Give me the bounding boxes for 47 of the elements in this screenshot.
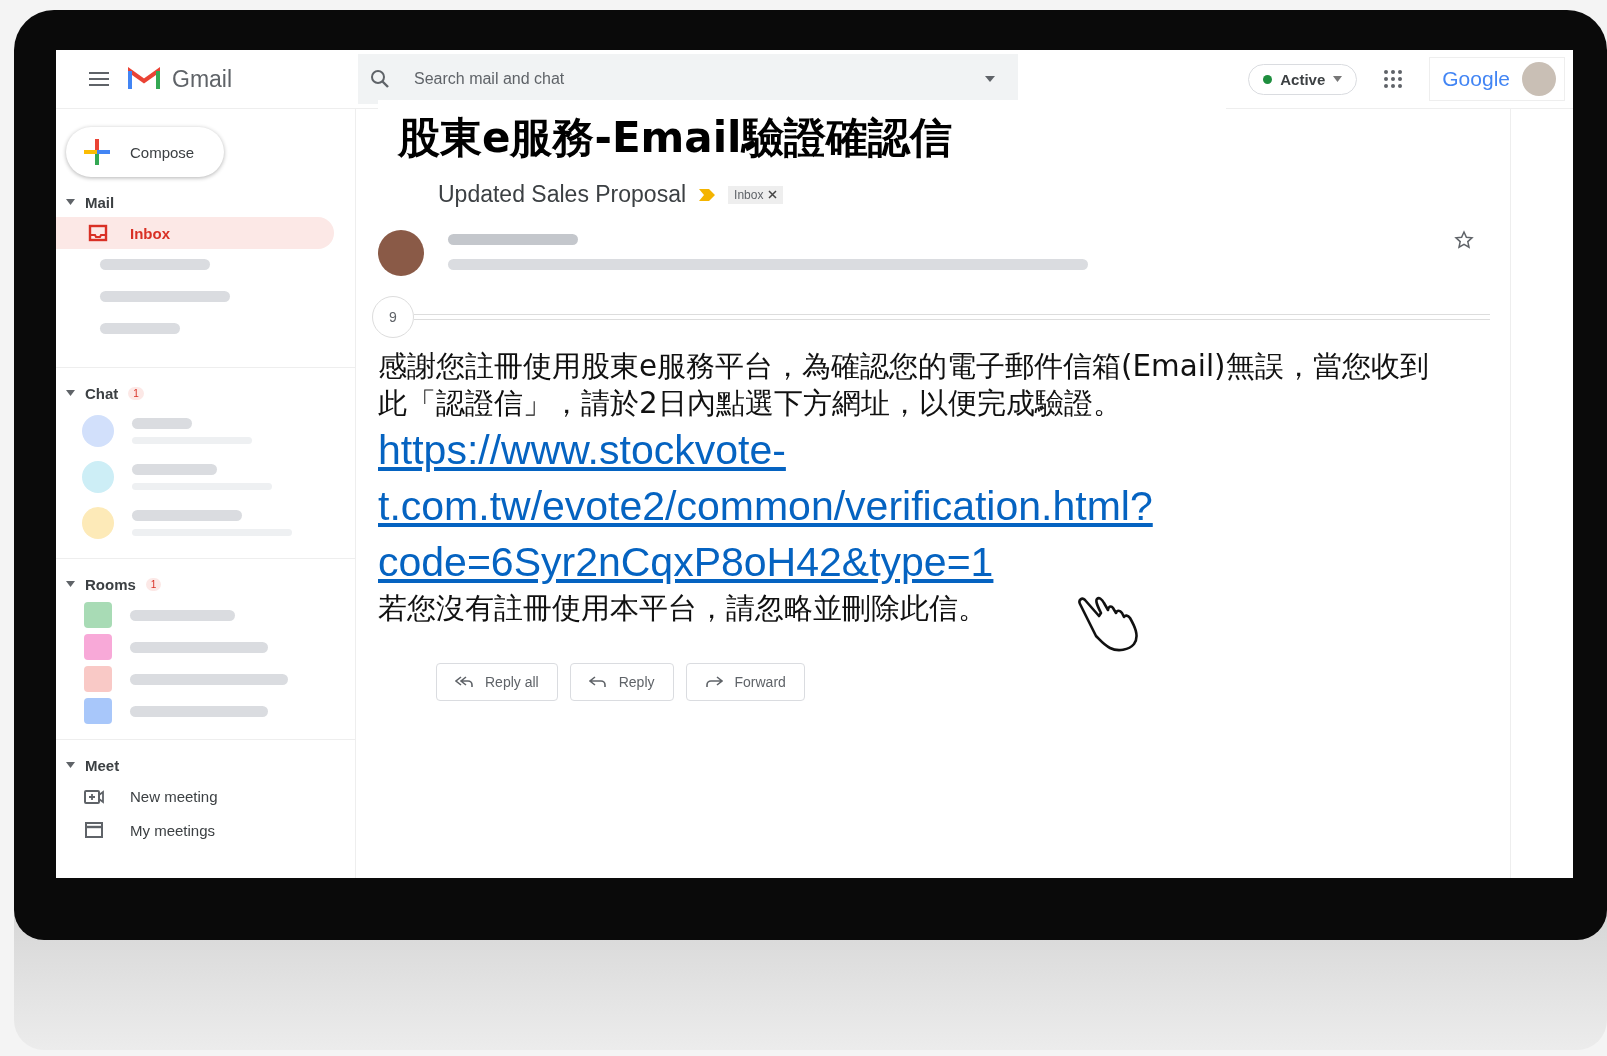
dropdown-icon[interactable]	[984, 75, 996, 83]
email-subject: Updated Sales Proposal	[438, 181, 687, 208]
google-logo: Google	[1442, 67, 1510, 91]
collapse-caret-icon[interactable]	[66, 762, 75, 768]
body-text: 感謝您註冊使用股東e服務平台，為確認您的電子郵件信箱(Email)無誤，當您收到此「認證信」，請於2日內點選下方網址，以便完成驗證。	[378, 348, 1430, 422]
verification-link[interactable]: https://www.stockvote-t.com.tw/evote2/common/verification.html?code=6Syr2nCqxP8oH42&type=1	[378, 422, 1438, 590]
email-action-button[interactable]: Reply	[569, 663, 674, 701]
reply-all-icon	[455, 676, 473, 688]
video-camera-icon	[84, 788, 104, 805]
mail-logo-icon	[128, 67, 160, 91]
status-button[interactable]: Active	[1248, 63, 1358, 95]
star-icon[interactable]	[1454, 230, 1474, 250]
collapse-caret-icon[interactable]	[66, 199, 75, 205]
email-action-button[interactable]: Forward	[685, 663, 805, 701]
folder-item[interactable]: Inbox	[56, 217, 334, 249]
section-title[interactable]: Chat	[85, 384, 119, 402]
app-name: Gmail	[172, 65, 233, 93]
body-text: 若您沒有註冊使用本平台，請忽略並刪除此信。	[378, 590, 987, 627]
sender-avatar	[378, 230, 424, 276]
section-title[interactable]: Rooms	[85, 575, 136, 593]
apps-grid-icon[interactable]	[1383, 69, 1404, 89]
collapsed-messages-count[interactable]: 9	[372, 296, 414, 338]
unread-count: 1	[145, 577, 162, 591]
close-icon[interactable]	[768, 190, 778, 199]
search-bar[interactable]: Search mail and chat	[358, 54, 1018, 104]
collapse-caret-icon[interactable]	[66, 581, 75, 587]
calendar-icon	[84, 821, 104, 839]
inbox-icon	[88, 224, 108, 242]
forward-icon	[704, 676, 723, 688]
compose-button[interactable]: Compose	[66, 127, 225, 177]
placeholder-bar	[132, 418, 192, 429]
search-icon	[370, 69, 390, 89]
email-action-button[interactable]: Reply all	[436, 663, 558, 701]
section-title[interactable]: Mail	[85, 193, 115, 211]
collapse-caret-icon[interactable]	[66, 390, 75, 396]
meet-link[interactable]: My meetings	[66, 813, 355, 847]
reply-icon	[588, 676, 607, 688]
inbox-label[interactable]: Inbox	[728, 185, 784, 204]
unread-count: 1	[128, 386, 144, 400]
search-field[interactable]: Search mail and chat	[412, 69, 962, 89]
menu-icon[interactable]	[88, 71, 110, 87]
meet-link[interactable]: New meeting	[66, 780, 355, 813]
plus-icon	[82, 137, 112, 167]
status-dot	[1263, 74, 1273, 84]
importance-marker-icon[interactable]	[698, 187, 717, 202]
dropdown-icon	[1333, 76, 1343, 82]
section-title[interactable]: Meet	[85, 756, 120, 774]
